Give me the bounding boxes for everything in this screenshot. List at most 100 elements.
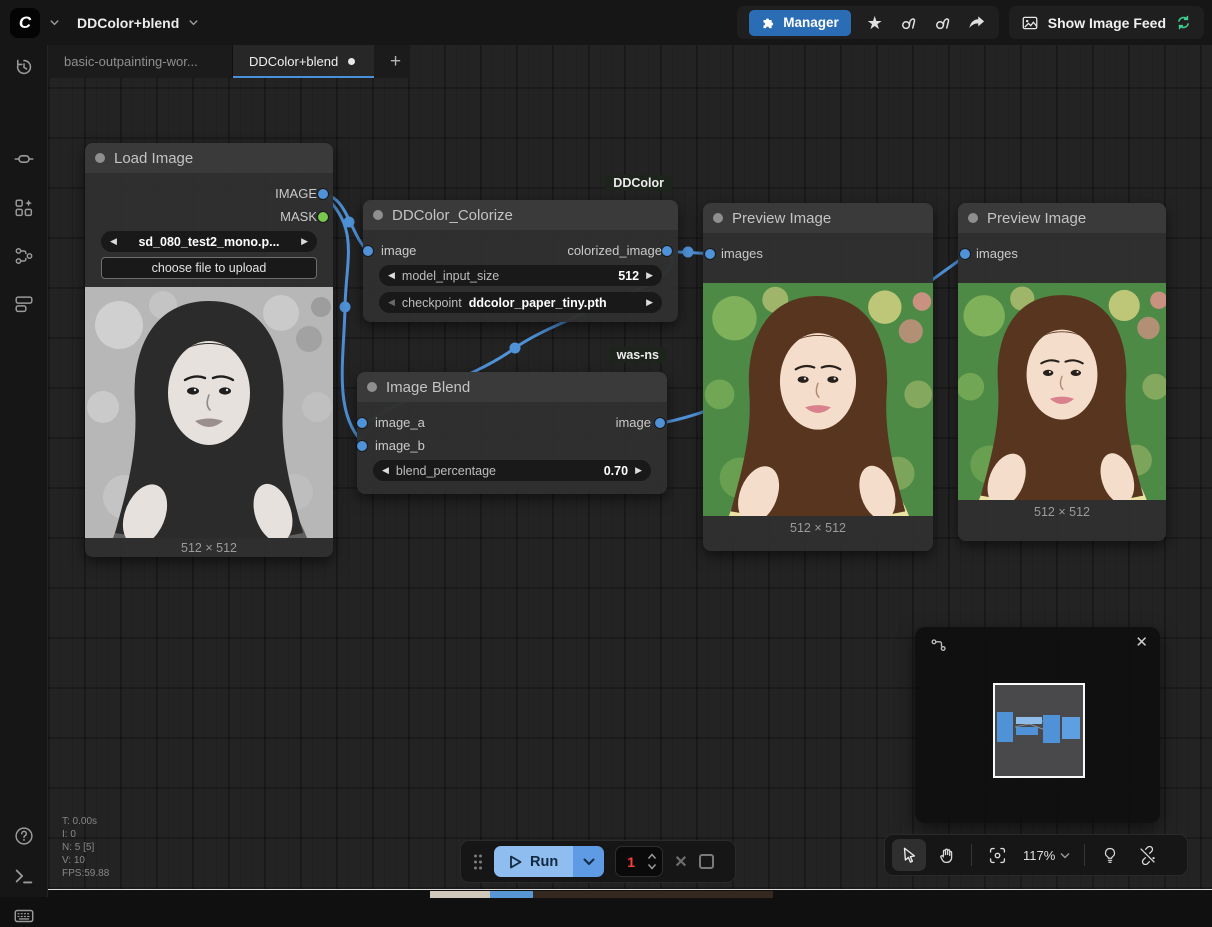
- star-icon[interactable]: ★: [865, 13, 885, 33]
- model-input-size-widget[interactable]: ◀ model_input_size 512 ▶: [379, 265, 662, 286]
- pan-tool-button[interactable]: [929, 839, 963, 871]
- workflows-icon[interactable]: [13, 245, 35, 267]
- node-load-image[interactable]: Load Image IMAGE MASK ◀ sd_080_test2_mon…: [85, 143, 333, 557]
- stepper-up-icon[interactable]: [647, 853, 657, 860]
- combo-right-arrow-icon[interactable]: ▶: [301, 237, 308, 246]
- cursor-icon: [900, 846, 918, 864]
- logo-menu-chevron-down-icon[interactable]: [49, 17, 60, 28]
- node-pack-badge: was-ns: [609, 347, 667, 363]
- drag-handle[interactable]: [473, 853, 483, 871]
- node-title: Preview Image: [987, 210, 1086, 227]
- node-library-icon[interactable]: [13, 197, 35, 219]
- widget-right-arrow-icon[interactable]: ▶: [646, 298, 653, 307]
- workflow-title[interactable]: DDColor+blend: [77, 15, 179, 31]
- terminal-icon[interactable]: [13, 865, 35, 887]
- port-ddcolor-colorized-output[interactable]: [662, 246, 672, 256]
- stat-time: T: 0.00s: [62, 815, 109, 828]
- active-tab-underline: [233, 76, 374, 78]
- widget-right-arrow-icon[interactable]: ▶: [635, 466, 642, 475]
- widget-left-arrow-icon[interactable]: ◀: [388, 298, 395, 307]
- workflow-chevron-down-icon[interactable]: [188, 17, 199, 28]
- puzzle-icon: [761, 15, 776, 30]
- tab-ddcolor-blend[interactable]: DDColor+blend: [233, 45, 374, 78]
- queue-history-icon[interactable]: [13, 56, 35, 78]
- toggle-links-button[interactable]: [1130, 839, 1164, 871]
- node-preview-image-2[interactable]: Preview Image images 512 × 512: [958, 203, 1166, 541]
- keyboard-icon[interactable]: [13, 905, 35, 927]
- run-options-dropdown[interactable]: [573, 846, 604, 877]
- image-feed-edge[interactable]: [48, 889, 1212, 897]
- run-control-bar: Run 1 ✕: [460, 840, 736, 883]
- combo-left-arrow-icon[interactable]: ◀: [110, 237, 117, 246]
- stop-button[interactable]: [699, 854, 714, 869]
- tab-basic-outpainting[interactable]: basic-outpainting-wor...: [48, 45, 233, 78]
- unsaved-dot[interactable]: [348, 58, 355, 65]
- port-ddcolor-image-input[interactable]: [363, 246, 373, 256]
- port-blend-image-b-input[interactable]: [357, 441, 367, 451]
- widget-value: ddcolor_paper_tiny.pth: [469, 296, 607, 310]
- share-workflow-icon-1[interactable]: [899, 13, 919, 33]
- output-slot-colorized-image: colorized_image: [567, 244, 662, 258]
- port-load-image-mask-output[interactable]: [318, 212, 328, 222]
- hand-icon: [937, 846, 956, 865]
- choose-file-button[interactable]: choose file to upload: [101, 257, 317, 279]
- share-arrow-icon[interactable]: [967, 13, 987, 33]
- checkpoint-widget[interactable]: ◀ checkpoint ddcolor_paper_tiny.pth ▶: [379, 292, 662, 313]
- node-preview2-header[interactable]: Preview Image: [958, 203, 1166, 233]
- toolbar-divider: [971, 844, 972, 866]
- node-ddcolor-header[interactable]: DDColor_Colorize: [363, 200, 678, 230]
- collapse-dot[interactable]: [968, 213, 978, 223]
- stepper-down-icon[interactable]: [647, 863, 657, 870]
- image-size-caption: 512 × 512: [703, 521, 933, 535]
- color-portrait-image: [958, 283, 1166, 500]
- preview-image-1: [703, 283, 933, 516]
- port-preview2-images-input[interactable]: [960, 249, 970, 259]
- combo-value: sd_080_test2_mono.p...: [124, 235, 294, 249]
- run-button[interactable]: Run: [494, 846, 573, 877]
- manager-button[interactable]: Manager: [749, 10, 851, 36]
- input-slot-image: image: [381, 244, 416, 258]
- select-tool-button[interactable]: [892, 839, 926, 871]
- input-slot-image-a: image_a: [375, 416, 425, 430]
- collapse-dot[interactable]: [373, 210, 383, 220]
- help-icon[interactable]: [13, 825, 35, 847]
- image-combo-widget[interactable]: ◀ sd_080_test2_mono.p... ▶: [101, 231, 317, 252]
- comfyui-logo[interactable]: C: [10, 8, 40, 38]
- widget-right-arrow-icon[interactable]: ▶: [646, 271, 653, 280]
- output-slot-image: image: [616, 416, 651, 430]
- node-load-image-header[interactable]: Load Image: [85, 143, 333, 173]
- port-preview1-images-input[interactable]: [705, 249, 715, 259]
- zoom-level-dropdown[interactable]: 117%: [1017, 848, 1076, 863]
- minimap-node: [1016, 727, 1038, 735]
- batch-count-input[interactable]: 1: [615, 846, 663, 877]
- collapse-dot[interactable]: [95, 153, 105, 163]
- port-blend-image-a-input[interactable]: [357, 418, 367, 428]
- minimap-close-icon[interactable]: ✕: [1135, 633, 1148, 651]
- node-image-blend-header[interactable]: Image Blend: [357, 372, 667, 402]
- port-load-image-image-output[interactable]: [318, 189, 328, 199]
- node-preview-image-1[interactable]: Preview Image images 512 × 512: [703, 203, 933, 551]
- model-library-icon[interactable]: [13, 148, 35, 170]
- new-tab-button[interactable]: +: [374, 45, 410, 78]
- widget-label: model_input_size: [402, 269, 499, 283]
- minimap-viewport[interactable]: [993, 683, 1085, 778]
- share-workflow-icon-2[interactable]: [933, 13, 953, 33]
- input-slot-images: images: [721, 247, 763, 261]
- widget-label: blend_percentage: [396, 464, 496, 478]
- port-blend-image-output[interactable]: [655, 418, 665, 428]
- blend-percentage-widget[interactable]: ◀ blend_percentage 0.70 ▶: [373, 460, 651, 481]
- clear-queue-button[interactable]: ✕: [674, 852, 687, 872]
- widget-left-arrow-icon[interactable]: ◀: [388, 271, 395, 280]
- image-feed-toggle[interactable]: Show Image Feed: [1009, 6, 1204, 39]
- node-preview1-header[interactable]: Preview Image: [703, 203, 933, 233]
- templates-icon[interactable]: [13, 293, 35, 315]
- widget-value: 512: [618, 269, 639, 283]
- collapse-dot[interactable]: [367, 382, 377, 392]
- node-image-blend[interactable]: was-ns Image Blend image_a image_b image…: [357, 372, 667, 494]
- collapse-dot[interactable]: [713, 213, 723, 223]
- minimap-panel[interactable]: ✕: [915, 627, 1160, 823]
- fit-view-button[interactable]: [980, 839, 1014, 871]
- node-ddcolor-colorize[interactable]: DDColor DDColor_Colorize image colorized…: [363, 200, 678, 322]
- widget-left-arrow-icon[interactable]: ◀: [382, 466, 389, 475]
- toggle-light-button[interactable]: [1093, 839, 1127, 871]
